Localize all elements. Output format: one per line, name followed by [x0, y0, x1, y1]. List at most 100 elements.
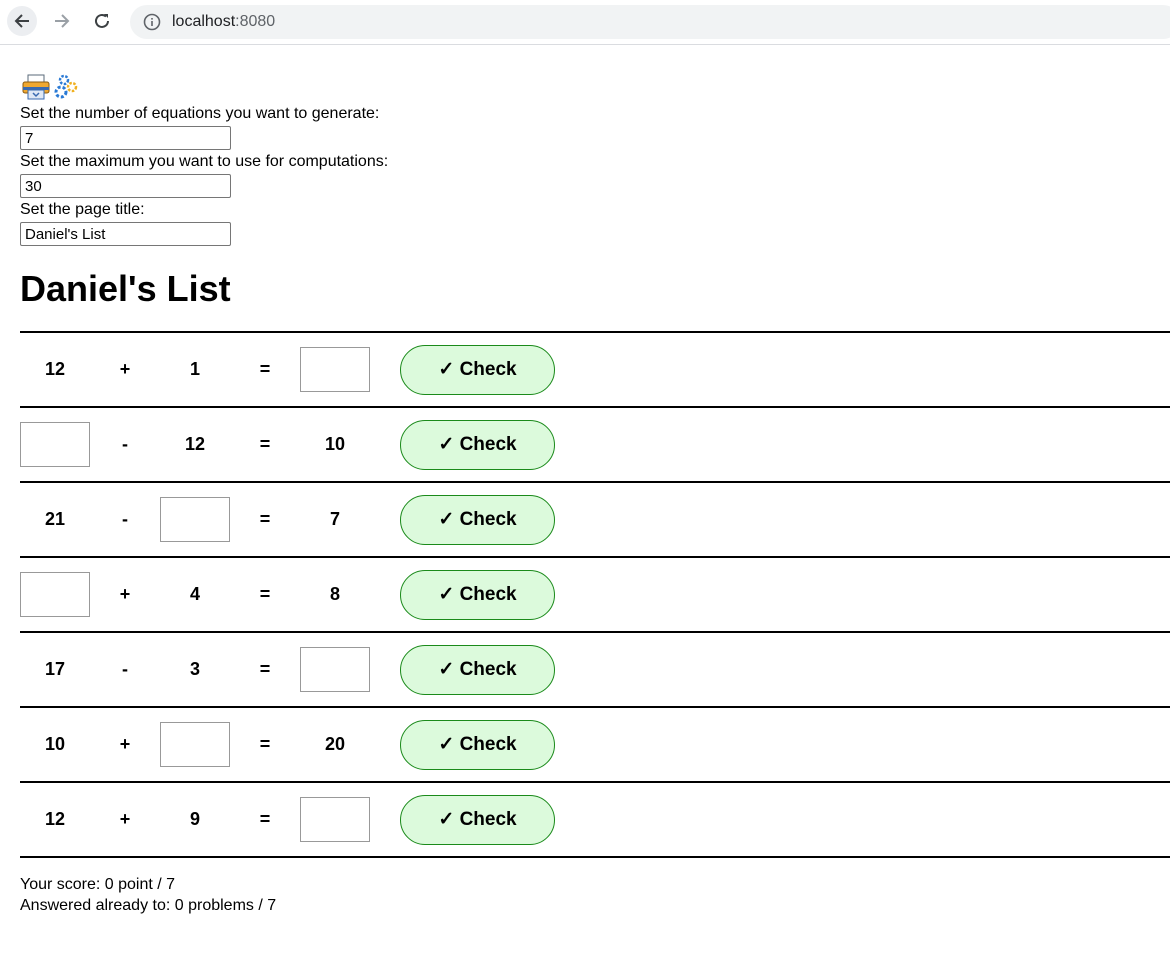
- equation-cell: 7: [300, 482, 370, 557]
- answer-input[interactable]: [160, 722, 230, 767]
- equation-cell: 8: [300, 557, 370, 632]
- row-spacer: [555, 332, 1170, 407]
- operator-symbol: -: [122, 509, 128, 529]
- operator-symbol: =: [259, 434, 271, 454]
- equation-row: 17 - 3 = ✓ Check: [20, 632, 1170, 707]
- equation-cell: 9: [160, 782, 230, 857]
- tool-icons: [20, 72, 1170, 102]
- equation-row: 12 +1 = ✓ Check: [20, 332, 1170, 407]
- forward-button[interactable]: [47, 6, 77, 36]
- gears-icon[interactable]: [52, 73, 82, 101]
- operator-symbol: +: [119, 584, 131, 604]
- answer-input[interactable]: [20, 572, 90, 617]
- equation-row: - 12 = 10 ✓ Check: [20, 407, 1170, 482]
- answer-input[interactable]: [300, 797, 370, 842]
- browser-toolbar: localhost:8080: [0, 0, 1170, 45]
- score-text: Your score: 0 point / 7: [20, 876, 176, 893]
- check-cell: ✓ Check: [370, 632, 555, 707]
- row-spacer: [555, 782, 1170, 857]
- operator-symbol: =: [259, 509, 271, 529]
- equation-cell: =: [230, 407, 300, 482]
- equation-cell: [300, 332, 370, 407]
- url-host: localhost: [172, 13, 236, 30]
- equation-number: 10: [44, 734, 66, 754]
- score-summary: Your score: 0 point / 7 Answered already…: [20, 874, 1170, 916]
- operator-symbol: +: [119, 809, 131, 829]
- equation-cell: =: [230, 782, 300, 857]
- page-title-input[interactable]: [20, 222, 231, 246]
- equation-number: 12: [44, 809, 66, 829]
- row-spacer: [555, 482, 1170, 557]
- answer-input[interactable]: [160, 497, 230, 542]
- operator-symbol: +: [119, 734, 131, 754]
- equation-cell: =: [230, 557, 300, 632]
- equation-cell: 12: [160, 407, 230, 482]
- reload-icon: [95, 13, 109, 28]
- equation-number: 21: [44, 509, 66, 529]
- url-port: :8080: [235, 13, 276, 30]
- check-button[interactable]: ✓ Check: [400, 644, 555, 695]
- answered-text: Answered already to: 0 problems / 7: [20, 897, 277, 914]
- check-button[interactable]: ✓ Check: [400, 569, 555, 620]
- equation-cell: [300, 632, 370, 707]
- equation-number: 20: [324, 734, 346, 754]
- operator-symbol: =: [259, 809, 271, 829]
- equation-cell: 10: [300, 407, 370, 482]
- equation-cell: =: [230, 332, 300, 407]
- row-spacer: [555, 407, 1170, 482]
- equation-number: 10: [324, 434, 346, 454]
- row-spacer: [555, 557, 1170, 632]
- equation-number: 8: [329, 584, 340, 604]
- check-cell: ✓ Check: [370, 407, 555, 482]
- equation-cell: [20, 407, 90, 482]
- check-cell: ✓ Check: [370, 332, 555, 407]
- address-bar[interactable]: localhost:8080: [130, 5, 1170, 39]
- row-spacer: [555, 707, 1170, 782]
- check-button[interactable]: ✓ Check: [400, 719, 555, 770]
- printer-icon[interactable]: [20, 73, 52, 101]
- equation-cell: 4: [160, 557, 230, 632]
- answer-input[interactable]: [300, 647, 370, 692]
- equation-number: 4: [189, 584, 200, 604]
- info-icon: [143, 13, 161, 31]
- check-cell: ✓ Check: [370, 782, 555, 857]
- equation-cell: 20: [300, 707, 370, 782]
- max-value-input[interactable]: [20, 174, 231, 198]
- equation-cell: [20, 557, 90, 632]
- equation-cell: 10: [20, 707, 90, 782]
- equation-cell: -: [90, 407, 160, 482]
- equation-row: 10 + = 20 ✓ Check: [20, 707, 1170, 782]
- equation-number: 12: [184, 434, 206, 454]
- max-value-label: Set the maximum you want to use for comp…: [20, 153, 389, 170]
- page-title-label: Set the page title:: [20, 201, 145, 218]
- operator-symbol: -: [122, 434, 128, 454]
- equation-cell: 3: [160, 632, 230, 707]
- equation-cell: [300, 782, 370, 857]
- equations-table: 12 +1 = ✓ Check - 12 = 10 ✓ Check 21 - = 7 ✓ Check +4 =…: [20, 331, 1170, 858]
- equation-cell: -: [90, 632, 160, 707]
- check-button[interactable]: ✓ Check: [400, 419, 555, 470]
- equation-count-input[interactable]: [20, 126, 231, 150]
- answer-input[interactable]: [300, 347, 370, 392]
- equation-number: 17: [44, 659, 66, 679]
- equation-cell: 21: [20, 482, 90, 557]
- reload-button[interactable]: [87, 6, 117, 36]
- answer-input[interactable]: [20, 422, 90, 467]
- check-button[interactable]: ✓ Check: [400, 344, 555, 395]
- equation-cell: +: [90, 332, 160, 407]
- equation-cell: =: [230, 707, 300, 782]
- equation-cell: -: [90, 482, 160, 557]
- equation-number: 12: [44, 359, 66, 379]
- equation-cell: +: [90, 782, 160, 857]
- page-title: Daniel's List: [20, 268, 231, 309]
- url-text: localhost:8080: [172, 13, 275, 31]
- check-button[interactable]: ✓ Check: [400, 494, 555, 545]
- check-button[interactable]: ✓ Check: [400, 794, 555, 845]
- equation-cell: [160, 707, 230, 782]
- equation-cell: +: [90, 557, 160, 632]
- back-button[interactable]: [7, 6, 37, 36]
- check-cell: ✓ Check: [370, 707, 555, 782]
- row-spacer: [555, 632, 1170, 707]
- equation-cell: 17: [20, 632, 90, 707]
- equation-row: 21 - = 7 ✓ Check: [20, 482, 1170, 557]
